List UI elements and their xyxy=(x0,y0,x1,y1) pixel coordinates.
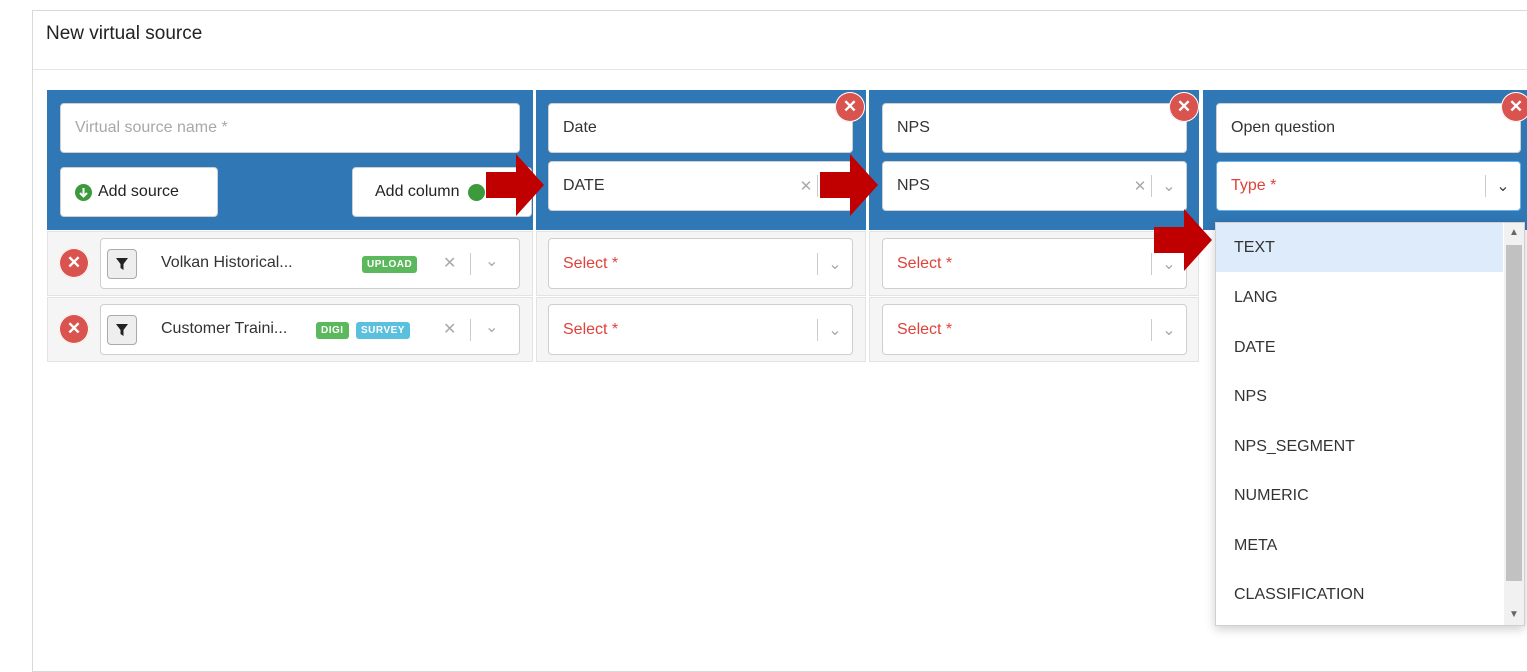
dropdown-option-classification[interactable]: CLASSIFICATION xyxy=(1216,570,1503,619)
scrollbar-thumb[interactable] xyxy=(1506,245,1522,581)
clear-icon[interactable]: ✕ xyxy=(443,253,456,273)
column-name-input[interactable]: Open question xyxy=(1216,103,1521,153)
dropdown-option-nps-segment[interactable]: NPS_SEGMENT xyxy=(1216,422,1503,471)
chevron-down-icon[interactable]: ⌄ xyxy=(485,251,498,271)
close-icon: ✕ xyxy=(1176,97,1192,116)
remove-column-button[interactable]: ✕ xyxy=(1169,92,1199,122)
mapping-placeholder: Select * xyxy=(897,254,953,272)
column-name-value: NPS xyxy=(897,119,930,136)
mapping-select[interactable]: Select * ⌄ xyxy=(882,238,1187,289)
close-icon: ✕ xyxy=(842,97,858,116)
dropdown-option-date[interactable]: DATE xyxy=(1216,323,1503,372)
column-name-value: Open question xyxy=(1231,119,1336,136)
source-name: Volkan Historical... xyxy=(161,254,293,271)
type-dropdown-menu: TEXT LANG DATE NPS NPS_SEGMENT NUMERIC M… xyxy=(1215,222,1525,626)
mapping-select[interactable]: Select * ⌄ xyxy=(548,304,853,355)
right-arrow-icon xyxy=(1154,209,1212,271)
column-type-select[interactable]: NPS ✕ ⌄ xyxy=(882,161,1187,211)
remove-column-button[interactable]: ✕ xyxy=(1501,92,1527,122)
badge-list: DIGI SURVEY xyxy=(313,320,410,339)
select-separator xyxy=(470,319,471,341)
chevron-down-icon[interactable]: ⌄ xyxy=(1152,176,1186,196)
chevron-down-icon[interactable]: ⌄ xyxy=(818,254,852,274)
column-type-placeholder: Type * xyxy=(1231,177,1277,194)
mapping-select[interactable]: Select * ⌄ xyxy=(882,304,1187,355)
filter-button[interactable] xyxy=(107,249,137,279)
chevron-down-icon[interactable]: ⌄ xyxy=(1152,320,1186,340)
clear-icon[interactable]: ✕ xyxy=(795,177,817,195)
dropdown-option-numeric[interactable]: NUMERIC xyxy=(1216,471,1503,520)
close-icon: ✕ xyxy=(1508,97,1524,116)
status-badge: DIGI xyxy=(316,322,349,339)
column-name-input[interactable]: Date xyxy=(548,103,853,153)
chevron-down-icon[interactable]: ⌄ xyxy=(1486,176,1520,196)
remove-row-button[interactable]: ✕ xyxy=(59,314,89,344)
filter-icon xyxy=(116,324,128,336)
plus-circle-icon xyxy=(75,183,92,201)
add-source-label: Add source xyxy=(98,183,179,200)
virtual-source-name-input[interactable]: Virtual source name * xyxy=(60,103,520,153)
close-icon: ✕ xyxy=(66,319,82,338)
panel-title: New virtual source xyxy=(46,23,203,44)
right-arrow-icon xyxy=(820,154,878,216)
column-type-value: DATE xyxy=(563,177,605,194)
dropdown-option-nps[interactable]: NPS xyxy=(1216,372,1503,421)
chevron-down-icon[interactable]: ⌄ xyxy=(485,317,498,337)
close-icon: ✕ xyxy=(66,253,82,272)
filter-button[interactable] xyxy=(107,315,137,345)
scroll-down-icon[interactable]: ▼ xyxy=(1508,609,1520,621)
add-source-button[interactable]: Add source xyxy=(60,167,218,217)
source-select[interactable]: Volkan Historical... UPLOAD ✕ ⌄ xyxy=(100,238,520,289)
mapping-placeholder: Select * xyxy=(897,320,953,338)
source-name: Customer Traini... xyxy=(161,320,288,337)
add-column-label: Add column xyxy=(375,183,460,200)
badge-list: UPLOAD xyxy=(359,254,418,273)
clear-icon[interactable]: ✕ xyxy=(443,319,456,339)
right-arrow-icon xyxy=(486,154,544,216)
mapping-placeholder: Select * xyxy=(563,254,619,272)
chevron-down-icon[interactable]: ⌄ xyxy=(818,320,852,340)
dropdown-option-meta[interactable]: META xyxy=(1216,521,1503,570)
mapping-select[interactable]: Select * ⌄ xyxy=(548,238,853,289)
dropdown-option-text[interactable]: TEXT xyxy=(1216,223,1503,272)
column-type-select[interactable]: DATE ✕ ⌄ xyxy=(548,161,853,211)
scroll-up-icon[interactable]: ▲ xyxy=(1508,227,1520,239)
column-type-select[interactable]: Type * ⌄ xyxy=(1216,161,1521,211)
column-type-value: NPS xyxy=(897,177,930,194)
plus-circle-icon xyxy=(467,183,485,201)
dropdown-scrollbar[interactable]: ▲ ▼ xyxy=(1504,223,1524,625)
remove-column-button[interactable]: ✕ xyxy=(835,92,865,122)
filter-icon xyxy=(116,258,128,270)
status-badge: SURVEY xyxy=(356,322,410,339)
dropdown-option-lang[interactable]: LANG xyxy=(1216,273,1503,322)
column-name-value: Date xyxy=(563,119,597,136)
source-select[interactable]: Customer Traini... DIGI SURVEY ✕ ⌄ xyxy=(100,304,520,355)
panel-header: New virtual source xyxy=(33,11,1527,70)
clear-icon[interactable]: ✕ xyxy=(1129,177,1151,195)
mapping-placeholder: Select * xyxy=(563,320,619,338)
remove-row-button[interactable]: ✕ xyxy=(59,248,89,278)
status-badge: UPLOAD xyxy=(362,256,418,273)
column-name-input[interactable]: NPS xyxy=(882,103,1187,153)
select-separator xyxy=(470,253,471,275)
virtual-source-name-placeholder: Virtual source name * xyxy=(75,119,228,136)
